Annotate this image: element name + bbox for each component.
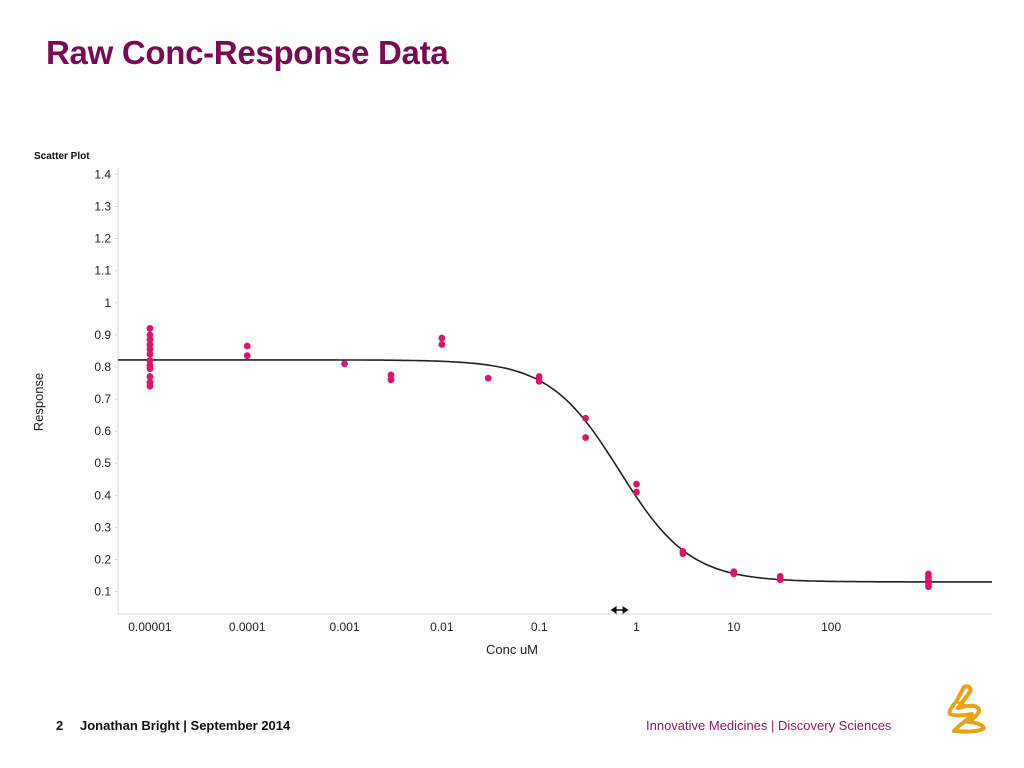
data-point[interactable] [582, 434, 590, 441]
data-point[interactable] [146, 325, 154, 332]
x-ticks: 0.00001 0.0001 0.001 0.01 0.1 1 10 100 [128, 620, 841, 634]
footer-author-date: Jonathan Bright | September 2014 [80, 718, 291, 733]
data-point[interactable] [633, 488, 640, 496]
y-tick-label: 1.1 [94, 264, 111, 278]
data-point[interactable] [730, 570, 738, 578]
data-point[interactable] [341, 360, 348, 368]
x-tick-label: 100 [821, 620, 841, 634]
y-tick-label: 1.3 [94, 200, 111, 214]
data-point[interactable] [438, 334, 446, 342]
y-tick-label: 0.8 [94, 360, 111, 374]
x-tick-label: 0.01 [430, 620, 454, 634]
y-tick-label: 0.7 [94, 392, 111, 406]
y-tick-label: 1 [104, 296, 111, 310]
ic50-marker-icon[interactable] [610, 606, 629, 614]
company-logo-icon [947, 684, 986, 734]
page-number: 2 [56, 718, 64, 733]
data-point[interactable] [387, 376, 395, 384]
x-tick-label: 0.00001 [128, 620, 172, 634]
y-axis-label: Response [31, 373, 46, 432]
logo-shape [947, 684, 986, 734]
data-point[interactable] [776, 576, 784, 584]
y-tick-label: 0.2 [94, 552, 111, 566]
data-point[interactable] [679, 550, 687, 558]
data-point[interactable] [925, 583, 932, 591]
scatter-plot: 0.1 0.2 0.3 0.4 0.5 0.6 0.7 0.8 0.9 1 1.1 1.2 1.3 1.4… [31, 167, 992, 657]
x-tick-label: 0.1 [531, 620, 548, 634]
y-tick-label: 0.9 [94, 328, 111, 342]
data-point[interactable] [438, 341, 446, 348]
data-point[interactable] [146, 382, 154, 390]
data-point[interactable] [535, 377, 543, 385]
data-point[interactable] [243, 342, 251, 350]
x-tick-label: 0.0001 [229, 620, 266, 634]
x-tick-label: 10 [727, 620, 741, 634]
x-tick-label: 1 [633, 620, 640, 634]
y-ticks: 0.1 0.2 0.3 0.4 0.5 0.6 0.7 0.8 0.9 1 1.1 1.2 1.3 1.4 [94, 167, 118, 599]
y-tick-label: 0.1 [94, 585, 111, 599]
y-tick-label: 1.4 [94, 167, 111, 181]
data-point[interactable] [633, 480, 640, 488]
data-point[interactable] [146, 365, 154, 372]
data-point[interactable] [146, 350, 154, 358]
y-tick-label: 1.2 [94, 232, 111, 246]
y-tick-label: 0.5 [94, 456, 111, 470]
data-point[interactable] [582, 414, 590, 422]
y-tick-label: 0.4 [94, 488, 111, 502]
y-tick-label: 0.3 [94, 520, 111, 534]
y-tick-label: 0.6 [94, 424, 111, 438]
x-axis-label: Conc uM [486, 642, 538, 657]
data-points [146, 325, 932, 591]
fit-curve [118, 359, 992, 583]
data-point[interactable] [484, 374, 492, 382]
footer-division: Innovative Medicines | Discovery Science… [646, 718, 892, 733]
x-tick-label: 0.001 [330, 620, 360, 634]
data-point[interactable] [243, 352, 251, 360]
